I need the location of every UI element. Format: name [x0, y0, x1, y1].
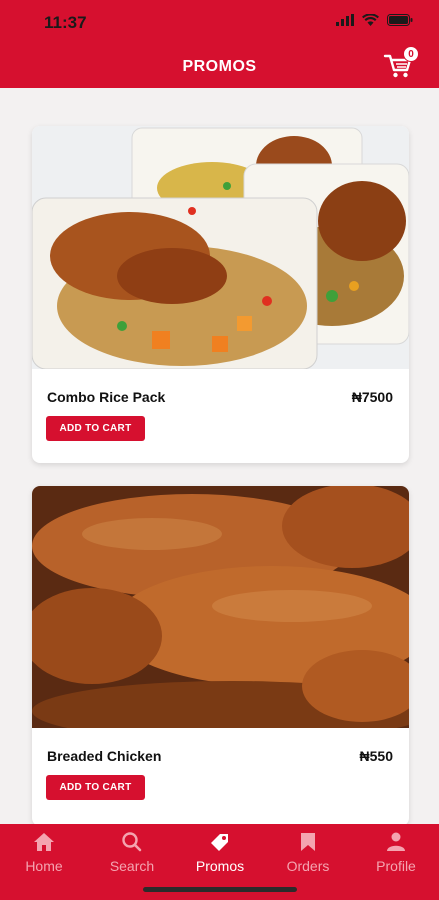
product-name: Breaded Chicken	[47, 748, 162, 764]
tab-search[interactable]: Search	[92, 832, 172, 874]
product-image	[32, 126, 409, 369]
home-icon	[34, 833, 54, 851]
tab-label: Orders	[286, 858, 330, 874]
cart-badge: 0	[403, 46, 419, 62]
product-price: ₦550	[359, 748, 393, 764]
status-icons	[336, 14, 413, 26]
battery-icon	[387, 14, 413, 26]
product-info: Combo Rice Pack ₦7500 ADD TO CART	[32, 369, 409, 463]
signal-icon	[336, 14, 354, 26]
product-name: Combo Rice Pack	[47, 389, 166, 405]
product-price: ₦7500	[351, 389, 393, 405]
cart-button[interactable]: 0	[383, 46, 419, 82]
product-info: Breaded Chicken ₦550 ADD TO CART	[32, 728, 409, 822]
search-icon	[122, 832, 142, 852]
tab-label: Home	[25, 858, 63, 874]
add-to-cart-button[interactable]: ADD TO CART	[46, 416, 145, 441]
tab-label: Profile	[376, 858, 416, 874]
bottom-tab-bar: Home Search Promos Orders Profile	[0, 824, 439, 900]
bookmark-icon	[301, 833, 315, 851]
header: 11:37 PROMOS 0	[0, 0, 439, 88]
product-image	[32, 486, 409, 728]
promos-list[interactable]: Combo Rice Pack ₦7500 ADD TO CART Breade…	[0, 88, 439, 824]
product-card[interactable]: Combo Rice Pack ₦7500 ADD TO CART	[32, 126, 409, 463]
tab-profile[interactable]: Profile	[356, 832, 436, 874]
tab-label: Promos	[195, 858, 245, 874]
tag-icon	[211, 834, 228, 851]
tab-promos[interactable]: Promos	[180, 832, 260, 874]
wifi-icon	[362, 14, 379, 26]
tab-label: Search	[109, 858, 155, 874]
home-indicator	[143, 887, 297, 892]
status-time: 11:37	[44, 13, 87, 32]
add-to-cart-button[interactable]: ADD TO CART	[46, 775, 145, 800]
person-icon	[387, 832, 405, 851]
tab-home[interactable]: Home	[4, 832, 84, 874]
product-card[interactable]: Breaded Chicken ₦550 ADD TO CART	[32, 486, 409, 824]
tab-orders[interactable]: Orders	[268, 832, 348, 874]
page-title: PROMOS	[182, 58, 257, 75]
